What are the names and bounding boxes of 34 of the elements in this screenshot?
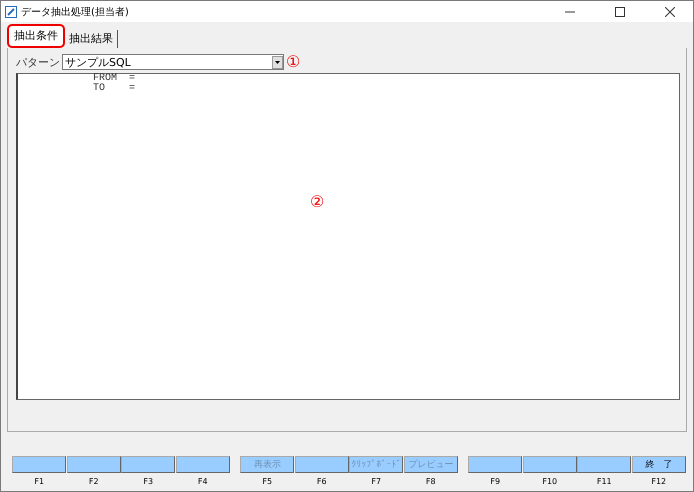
- function-key-label: F4: [198, 477, 208, 486]
- function-key-button[interactable]: [577, 456, 632, 473]
- function-key-button[interactable]: [294, 456, 349, 473]
- function-key-label: F12: [651, 477, 666, 486]
- function-key-label: F1: [34, 477, 44, 486]
- annotation-marker: ①: [286, 54, 300, 70]
- function-key-button[interactable]: [468, 456, 522, 473]
- function-key-label: F3: [143, 477, 154, 486]
- maximize-icon[interactable]: [615, 6, 625, 16]
- function-key-button[interactable]: [522, 456, 577, 473]
- sql-text: FROM = TO =: [92, 74, 136, 94]
- dropdown-arrow-icon: [275, 60, 280, 64]
- pattern-label: パターン: [16, 54, 60, 70]
- function-key-label: F11: [596, 477, 612, 486]
- function-key-label: F5: [262, 477, 272, 486]
- function-key-button[interactable]: [176, 456, 230, 473]
- function-key-button[interactable]: 終 了: [632, 456, 686, 473]
- function-key-button[interactable]: [12, 456, 66, 473]
- function-key-label: F2: [88, 477, 99, 486]
- function-key-button[interactable]: [121, 456, 176, 473]
- function-key-label: F6: [316, 477, 327, 486]
- sql-editor[interactable]: FROM = TO = ②: [16, 73, 680, 400]
- pattern-dropdown[interactable]: サンプルSQL: [62, 54, 284, 70]
- minimize-icon[interactable]: [565, 10, 575, 12]
- function-key-label: F8: [426, 477, 436, 486]
- function-key-label: F7: [371, 477, 382, 486]
- window-title: データ抽出処理(担当者): [21, 6, 130, 18]
- function-key-button[interactable]: [66, 456, 121, 473]
- close-icon[interactable]: [665, 6, 675, 16]
- tab[interactable]: 抽出条件: [7, 24, 65, 48]
- function-key-label: F10: [542, 477, 558, 486]
- app-icon: [5, 6, 17, 18]
- function-key-label: F9: [490, 477, 500, 486]
- annotation-marker: ②: [310, 194, 324, 210]
